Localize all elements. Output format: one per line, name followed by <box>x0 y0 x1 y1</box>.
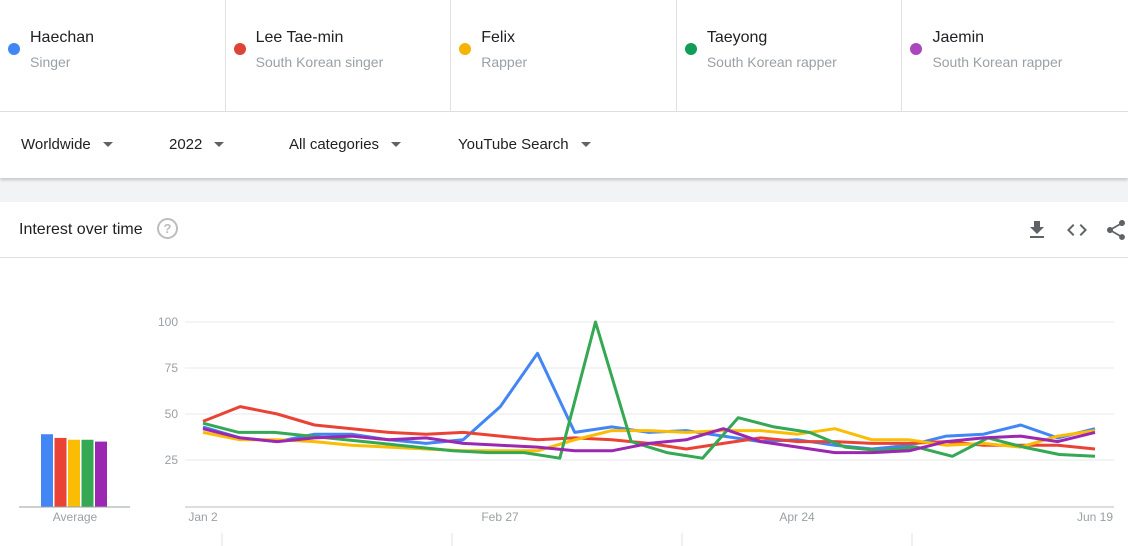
y-tick-label: 75 <box>165 361 179 375</box>
term-name: Lee Tae-min <box>255 29 344 46</box>
compare-terms-bar: Haechan Singer Lee Tae-min South Korean … <box>0 0 1128 112</box>
series-color-dot <box>684 43 697 55</box>
share-icon[interactable] <box>1104 218 1128 242</box>
term-name: Felix <box>481 29 515 46</box>
search-source-dropdown[interactable]: YouTube Search <box>458 136 591 153</box>
category-dropdown[interactable]: All categories <box>289 136 402 153</box>
download-icon[interactable] <box>1025 218 1049 242</box>
card-title: Interest over time <box>19 221 143 238</box>
average-bars <box>41 434 107 507</box>
time-range-label: 2022 <box>169 136 203 153</box>
series-color-dot <box>459 43 472 55</box>
term-subtitle: South Korean rapper <box>706 54 837 70</box>
y-tick-label: 50 <box>165 407 179 421</box>
term-lee-tae-min[interactable]: Lee Tae-min South Korean singer <box>226 0 452 112</box>
average-bar-lee-tae-min[interactable] <box>54 437 67 507</box>
time-range-dropdown[interactable]: 2022 <box>169 136 225 153</box>
term-subtitle: South Korean singer <box>255 54 384 70</box>
section-divider <box>0 178 1128 202</box>
average-bar-taeyong[interactable] <box>81 439 94 507</box>
series-color-dot <box>910 43 923 55</box>
term-subtitle: South Korean rapper <box>932 54 1063 70</box>
caret-down-icon <box>391 141 402 147</box>
term-felix[interactable]: Felix Rapper <box>451 0 677 112</box>
search-source-label: YouTube Search <box>458 136 569 153</box>
term-haechan[interactable]: Haechan Singer <box>0 0 226 112</box>
term-taeyong[interactable]: Taeyong South Korean rapper <box>677 0 903 112</box>
y-tick-label: 25 <box>165 453 179 467</box>
y-tick-label: 100 <box>158 315 178 329</box>
term-jaemin[interactable]: Jaemin South Korean rapper <box>902 0 1128 112</box>
term-subtitle: Singer <box>30 54 71 70</box>
term-name: Taeyong <box>706 29 768 46</box>
series-color-dot <box>233 43 246 55</box>
caret-down-icon <box>580 141 591 147</box>
term-name: Haechan <box>30 29 95 46</box>
term-name: Jaemin <box>932 29 985 46</box>
x-tick-label: Jan 2 <box>188 510 218 524</box>
category-label: All categories <box>289 136 380 153</box>
x-tick-label: Jun 19 <box>1077 510 1113 524</box>
average-bar-felix[interactable] <box>68 439 80 507</box>
series-lines <box>202 320 1096 460</box>
average-bar-jaemin[interactable] <box>95 441 107 507</box>
card-header: Interest over time ? <box>0 202 1128 258</box>
caret-down-icon <box>102 141 113 147</box>
series-color-dot <box>8 43 20 55</box>
caret-down-icon <box>214 141 225 147</box>
x-axis-labels: Jan 2 Feb 27 Apr 24 Jun 19 <box>188 510 1113 524</box>
embed-icon[interactable] <box>1065 218 1089 242</box>
average-bar-haechan[interactable] <box>41 434 53 507</box>
help-icon[interactable]: ? <box>157 218 178 239</box>
filter-bar: Worldwide 2022 All categories YouTube Se… <box>0 112 1128 178</box>
x-tick-label: Apr 24 <box>779 510 815 524</box>
region-label: Worldwide <box>21 136 91 153</box>
average-label: Average <box>53 510 98 524</box>
interest-chart: Average 25 50 75 100 Jan 2 Feb 27 Apr 24 Jun 1… <box>19 315 1114 546</box>
region-dropdown[interactable]: Worldwide <box>21 136 113 153</box>
x-tick-label: Feb 27 <box>481 510 519 524</box>
term-subtitle: Rapper <box>481 54 528 70</box>
